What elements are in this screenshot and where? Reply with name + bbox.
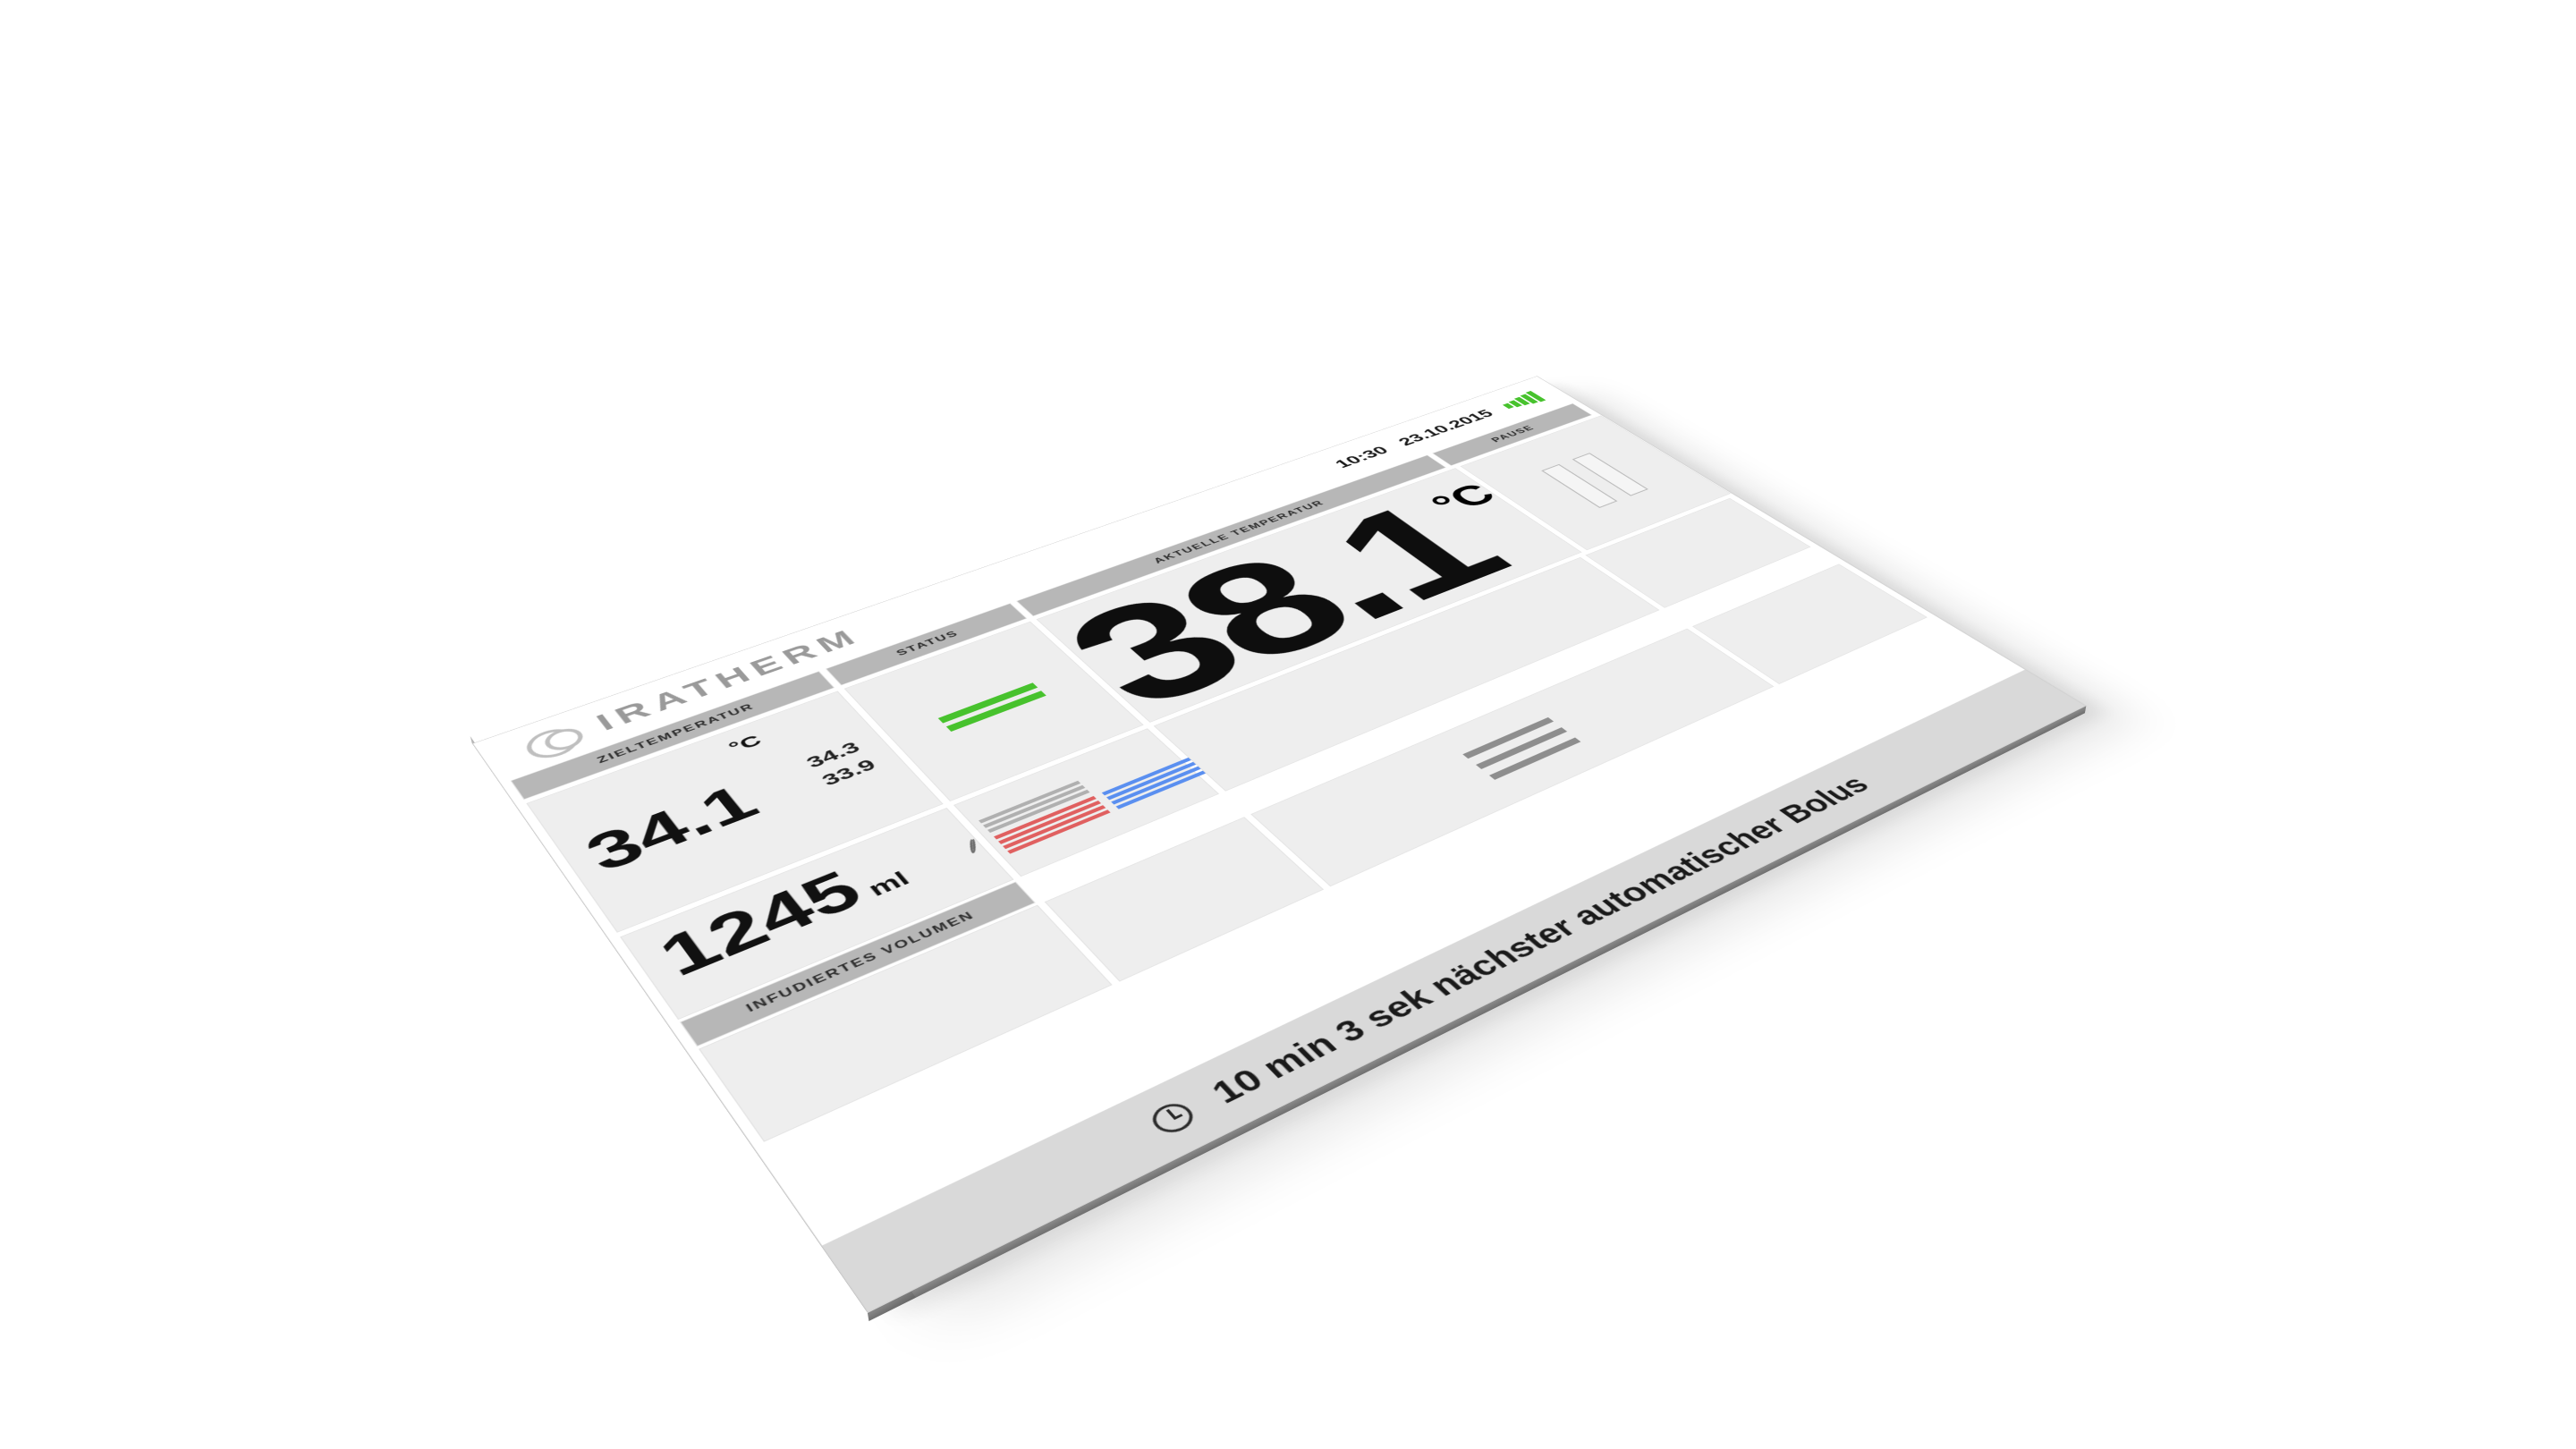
device-screen: IRATHERM 10:30 23.10.2015 ZIELTEMPERATUR… bbox=[472, 376, 2087, 1313]
infused-volume-unit: ml bbox=[863, 868, 916, 902]
battery-icon bbox=[1498, 391, 1546, 411]
brand-logo-icon bbox=[520, 722, 587, 759]
status-ok-icon bbox=[938, 682, 1038, 723]
clock-icon bbox=[1145, 1098, 1199, 1138]
pause-button[interactable] bbox=[1506, 436, 1683, 525]
target-temp-unit: °C bbox=[724, 732, 766, 757]
target-temp-value: 34.1 bbox=[576, 777, 767, 879]
clock-time: 10:30 bbox=[1331, 444, 1394, 470]
